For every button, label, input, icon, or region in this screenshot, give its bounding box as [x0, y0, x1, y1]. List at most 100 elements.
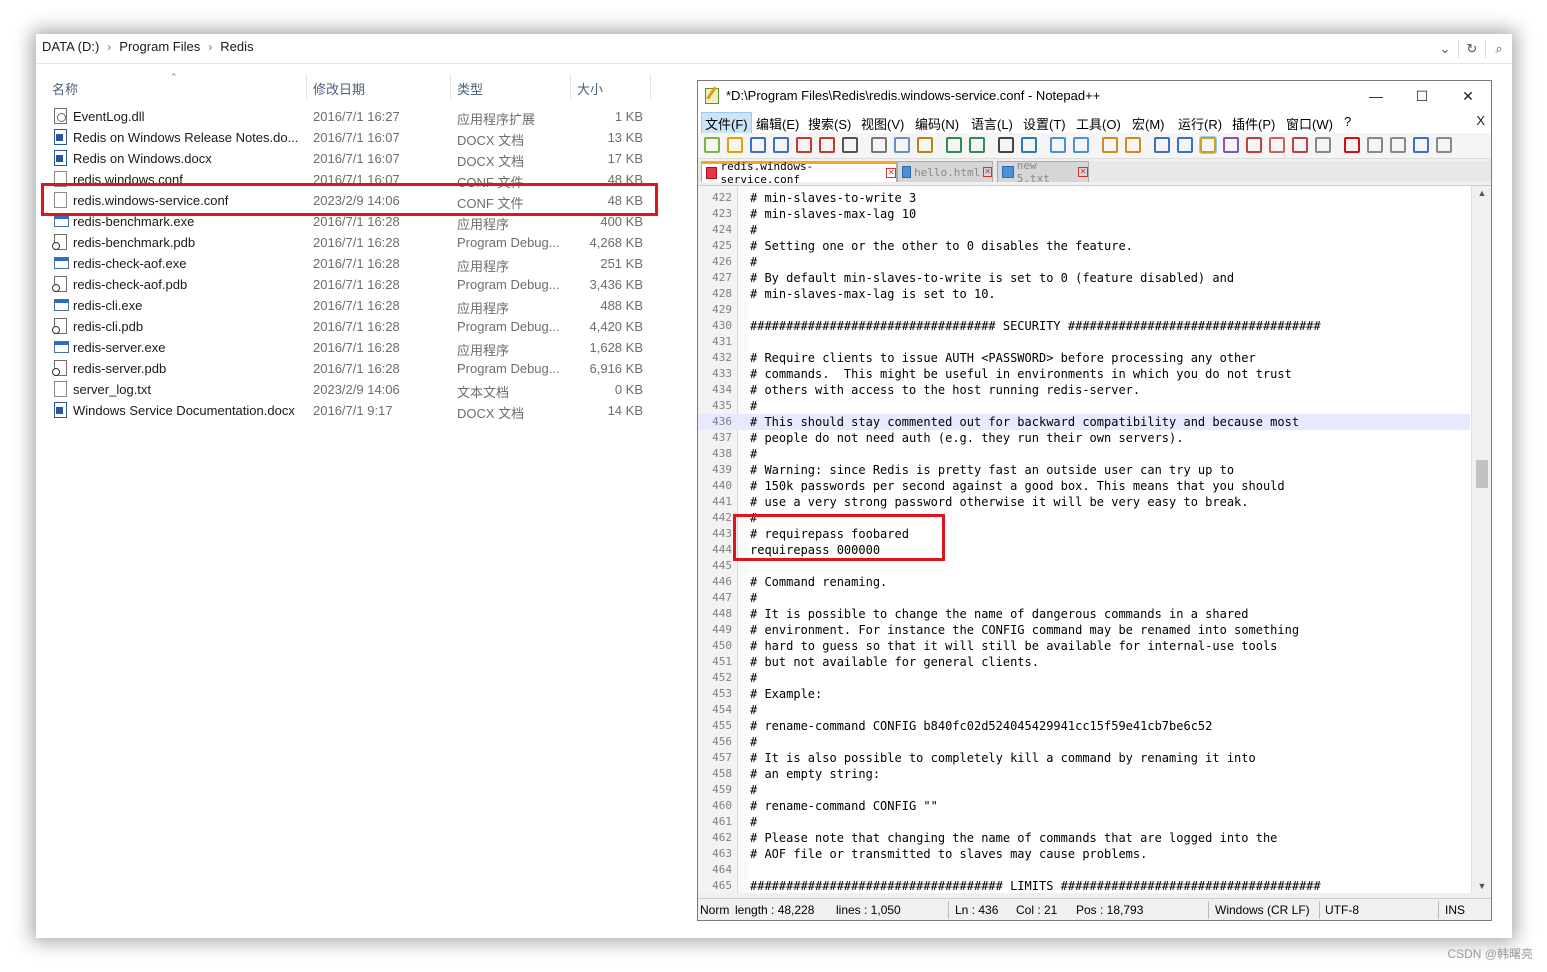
scroll-up-icon[interactable]: ▲: [1472, 188, 1491, 198]
play-macro-icon[interactable]: [1390, 137, 1406, 153]
minimize-button[interactable]: —: [1353, 81, 1399, 111]
file-row[interactable]: redis-cli.exe 2016/7/1 16:28 应用程序 488 KB: [36, 295, 666, 316]
undo-icon[interactable]: [946, 137, 962, 153]
file-row[interactable]: Redis on Windows Release Notes.do... 2016…: [36, 127, 666, 148]
zoom-out-icon[interactable]: [1073, 137, 1089, 153]
chevron-down-icon[interactable]: ⌄: [1432, 34, 1458, 64]
menu-language[interactable]: 语言(L): [971, 114, 1013, 133]
search-icon[interactable]: ⌕: [1486, 34, 1512, 64]
code-line[interactable]: 465 ################################### L…: [698, 878, 1470, 893]
column-divider[interactable]: [650, 74, 651, 100]
file-row[interactable]: redis-benchmark.pdb 2016/7/1 16:28 Program…: [36, 232, 666, 253]
code-line[interactable]: 462 # Please note that changing the name …: [698, 830, 1470, 846]
sync-v-icon[interactable]: [1102, 137, 1118, 153]
code-line[interactable]: 448 # It is possible to change the name o…: [698, 606, 1470, 622]
code-line[interactable]: 446 # Command renaming.: [698, 574, 1470, 590]
column-divider[interactable]: [306, 74, 307, 100]
column-divider[interactable]: [570, 74, 571, 100]
open-file-icon[interactable]: [727, 137, 743, 153]
file-row[interactable]: server_log.txt 2023/2/9 14:06 文本文档 0 KB: [36, 379, 666, 400]
redo-icon[interactable]: [969, 137, 985, 153]
breadcrumb-redis[interactable]: Redis: [220, 39, 253, 54]
save-icon[interactable]: [750, 137, 766, 153]
word-wrap-icon[interactable]: [1154, 137, 1170, 153]
close-button[interactable]: ✕: [1445, 81, 1491, 111]
code-line[interactable]: 447 #: [698, 590, 1470, 606]
paste-icon[interactable]: [917, 137, 933, 153]
file-row[interactable]: EventLog.dll 2016/7/1 16:27 应用程序扩展 1 KB: [36, 106, 666, 127]
code-line[interactable]: 424 #: [698, 222, 1470, 238]
doc-map-icon[interactable]: [1246, 137, 1262, 153]
code-line[interactable]: 432 # Require clients to issue AUTH <PASS…: [698, 350, 1470, 366]
file-row[interactable]: Redis on Windows.docx 2016/7/1 16:07 DOCX …: [36, 148, 666, 169]
menu-window[interactable]: 窗口(W): [1286, 114, 1333, 133]
tab-close-icon[interactable]: ✕: [1078, 167, 1088, 177]
scroll-down-icon[interactable]: ▼: [1472, 881, 1491, 891]
menu-view[interactable]: 视图(V): [861, 114, 904, 133]
menu-macro[interactable]: 宏(M): [1132, 114, 1165, 133]
tab-new-5[interactable]: new 5.txt ✕: [997, 159, 1089, 185]
find-icon[interactable]: [998, 137, 1014, 153]
menu-search[interactable]: 搜索(S): [808, 114, 851, 133]
code-line[interactable]: 438 #: [698, 446, 1470, 462]
address-bar[interactable]: DATA (D:) › Program Files › Redis ⌄ ↻ ⌕: [36, 34, 1512, 64]
code-line[interactable]: 427 # By default min-slaves-to-write is s…: [698, 270, 1470, 286]
indent-guide-icon[interactable]: [1199, 136, 1217, 154]
code-line[interactable]: 435 #: [698, 398, 1470, 414]
close-document-button[interactable]: X: [1476, 113, 1485, 128]
file-row[interactable]: redis-server.exe 2016/7/1 16:28 应用程序 1,628 …: [36, 337, 666, 358]
code-line[interactable]: 426 #: [698, 254, 1470, 270]
code-line[interactable]: 457 # It is also possible to completely k…: [698, 750, 1470, 766]
udl-icon[interactable]: [1223, 137, 1239, 153]
tab-close-icon[interactable]: ✕: [983, 167, 992, 177]
code-line[interactable]: 425 # Setting one or the other to 0 disab…: [698, 238, 1470, 254]
folder-workspace-icon[interactable]: [1292, 137, 1308, 153]
code-line[interactable]: 464: [698, 862, 1470, 878]
menu-run[interactable]: 运行(R): [1178, 114, 1222, 133]
code-line[interactable]: 431: [698, 334, 1470, 350]
replace-icon[interactable]: [1021, 137, 1037, 153]
code-line[interactable]: 423 # min-slaves-max-lag 10: [698, 206, 1470, 222]
vertical-scrollbar[interactable]: ▲ ▼: [1471, 186, 1491, 893]
stop-macro-icon[interactable]: [1367, 137, 1383, 153]
code-line[interactable]: 453 # Example:: [698, 686, 1470, 702]
code-line[interactable]: 441 # use a very strong password otherwis…: [698, 494, 1470, 510]
code-line[interactable]: 436 # This should stay commented out for …: [698, 414, 1470, 430]
code-line[interactable]: 440 # 150k passwords per second against a…: [698, 478, 1470, 494]
file-row[interactable]: redis-check-aof.exe 2016/7/1 16:28 应用程序 251…: [36, 253, 666, 274]
code-line[interactable]: 463 # AOF file or transmitted to slaves m…: [698, 846, 1470, 862]
function-list-icon[interactable]: [1269, 137, 1285, 153]
code-line[interactable]: 454 #: [698, 702, 1470, 718]
file-row[interactable]: Windows Service Documentation.docx 2016/7…: [36, 400, 666, 421]
code-line[interactable]: 458 # an empty string:: [698, 766, 1470, 782]
title-bar[interactable]: *D:\Program Files\Redis\redis.windows-se…: [698, 81, 1491, 111]
code-line[interactable]: 422 # min-slaves-to-write 3: [698, 190, 1470, 206]
menu-edit[interactable]: 编辑(E): [756, 114, 799, 133]
code-line[interactable]: 429: [698, 302, 1470, 318]
zoom-in-icon[interactable]: [1050, 137, 1066, 153]
menu-plugins[interactable]: 插件(P): [1232, 114, 1275, 133]
close-icon[interactable]: [796, 137, 812, 153]
cut-icon[interactable]: [871, 137, 887, 153]
menu-file[interactable]: 文件(F): [701, 112, 752, 135]
new-file-icon[interactable]: [704, 137, 720, 153]
code-line[interactable]: 449 # environment. For instance the CONFI…: [698, 622, 1470, 638]
record-macro-icon[interactable]: [1344, 137, 1360, 153]
code-line[interactable]: 460 # rename-command CONFIG "": [698, 798, 1470, 814]
breadcrumb-program-files[interactable]: Program Files: [119, 39, 200, 54]
sync-h-icon[interactable]: [1125, 137, 1141, 153]
menu-help[interactable]: ?: [1344, 114, 1351, 129]
save-macro-icon[interactable]: [1436, 137, 1452, 153]
maximize-button[interactable]: ☐: [1399, 81, 1445, 111]
code-line[interactable]: 461 #: [698, 814, 1470, 830]
print-icon[interactable]: [842, 137, 858, 153]
column-header-type[interactable]: 类型: [457, 79, 483, 98]
code-line[interactable]: 428 # min-slaves-max-lag is set to 10.: [698, 286, 1470, 302]
monitor-icon[interactable]: [1315, 137, 1331, 153]
column-header-date[interactable]: 修改日期: [313, 79, 365, 98]
code-line[interactable]: 437 # people do not need auth (e.g. they …: [698, 430, 1470, 446]
tab-close-icon[interactable]: ✕: [886, 168, 897, 178]
close-all-icon[interactable]: [819, 137, 835, 153]
run-macro-multiple-icon[interactable]: [1413, 137, 1429, 153]
menu-encoding[interactable]: 编码(N): [915, 114, 959, 133]
